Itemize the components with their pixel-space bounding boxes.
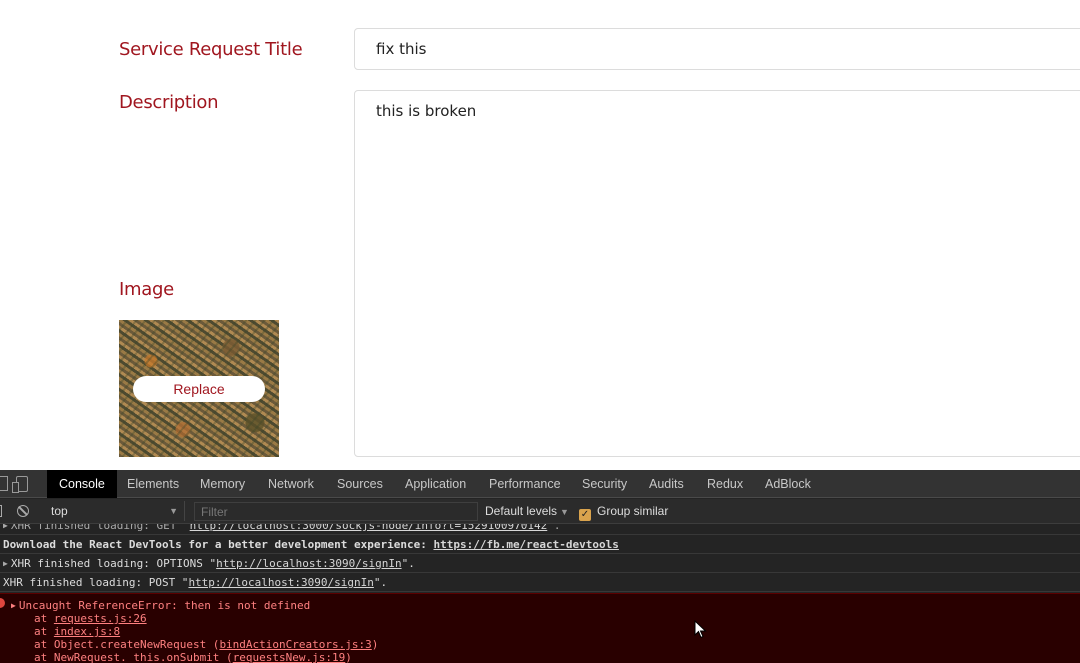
- tab-sources[interactable]: Sources: [337, 470, 383, 498]
- group-similar-label: Group similar: [597, 504, 669, 518]
- tab-elements[interactable]: Elements: [127, 470, 179, 498]
- trace-link[interactable]: bindActionCreators.js:3: [219, 638, 371, 651]
- device-toolbar-icon[interactable]: [12, 476, 28, 493]
- image-thumbnail: Replace: [119, 320, 279, 457]
- stack-trace-line: at index.js:8: [34, 625, 121, 638]
- levels-value: Default levels: [485, 504, 558, 518]
- tab-adblock[interactable]: AdBlock: [765, 470, 811, 498]
- console-link[interactable]: http://localhost:3090/signIn: [188, 576, 373, 589]
- context-value: top: [51, 504, 68, 518]
- inspect-element-icon[interactable]: [0, 476, 8, 491]
- expand-triangle-icon[interactable]: ▶: [11, 601, 16, 610]
- service-request-form: Service Request Title Description this i…: [0, 0, 1080, 470]
- console-error: ▶ Uncaught ReferenceError: then is not de…: [0, 593, 1080, 663]
- console-line: ▶ XHR finished loading: GET "http://local…: [0, 524, 1080, 535]
- console-line: ▶ XHR finished loading: OPTIONS "http://l…: [0, 554, 1080, 573]
- tab-audits[interactable]: Audits: [649, 470, 684, 498]
- context-select[interactable]: top ▼: [45, 501, 185, 521]
- filter-input[interactable]: [194, 502, 478, 521]
- stack-trace-line: at requests.js:26: [34, 612, 147, 625]
- console-output[interactable]: ▶ XHR finished loading: GET "http://local…: [0, 524, 1080, 663]
- console-line: Download the React DevTools for a better…: [0, 535, 1080, 554]
- tab-security[interactable]: Security: [582, 470, 627, 498]
- tab-redux[interactable]: Redux: [707, 470, 743, 498]
- console-link[interactable]: https://fb.me/react-devtools: [433, 538, 618, 551]
- title-input[interactable]: [354, 28, 1080, 70]
- tab-performance[interactable]: Performance: [489, 470, 561, 498]
- sidebar-toggle-icon[interactable]: [0, 505, 2, 517]
- clear-console-icon[interactable]: [17, 505, 29, 517]
- tab-console[interactable]: Console: [47, 470, 117, 498]
- description-textarea[interactable]: this is broken: [354, 90, 1080, 457]
- trace-link[interactable]: requestsNew.js:19: [233, 651, 346, 663]
- image-label: Image: [119, 279, 174, 300]
- title-label: Service Request Title: [119, 39, 303, 60]
- devtools-panel: Console Elements Memory Network Sources …: [0, 470, 1080, 663]
- error-icon: [0, 598, 5, 608]
- trace-link[interactable]: index.js:8: [54, 625, 120, 638]
- tab-application[interactable]: Application: [405, 470, 466, 498]
- group-similar-toggle[interactable]: ✓ Group similar: [579, 501, 668, 521]
- console-link[interactable]: http://localhost:3000/sockjs-node/info?t…: [190, 524, 548, 532]
- console-toolbar: top ▼ Default levels▼ ✓Group similar: [0, 499, 1080, 524]
- error-message: ▶ Uncaught ReferenceError: then is not de…: [11, 599, 311, 612]
- console-line: XHR finished loading: POST "http://local…: [0, 573, 1080, 592]
- stack-trace-line: at Object.createNewRequest (bindActionCr…: [34, 638, 379, 651]
- description-label: Description: [119, 92, 219, 113]
- devtools-tabbar: Console Elements Memory Network Sources …: [0, 470, 1080, 498]
- expand-triangle-icon[interactable]: ▶: [3, 524, 8, 530]
- tab-network[interactable]: Network: [268, 470, 314, 498]
- dropdown-arrow-icon: ▼: [169, 506, 178, 516]
- expand-triangle-icon[interactable]: ▶: [3, 559, 8, 568]
- levels-dropdown[interactable]: Default levels ▼: [485, 501, 569, 521]
- group-similar-checkbox[interactable]: ✓: [579, 509, 591, 521]
- trace-link[interactable]: requests.js:26: [54, 612, 147, 625]
- tab-memory[interactable]: Memory: [200, 470, 245, 498]
- console-link[interactable]: http://localhost:3090/signIn: [216, 557, 401, 570]
- stack-trace-line: at NewRequest._this.onSubmit (requestsNe…: [34, 651, 352, 663]
- dropdown-arrow-icon: ▼: [560, 507, 569, 517]
- replace-image-button[interactable]: Replace: [133, 376, 265, 402]
